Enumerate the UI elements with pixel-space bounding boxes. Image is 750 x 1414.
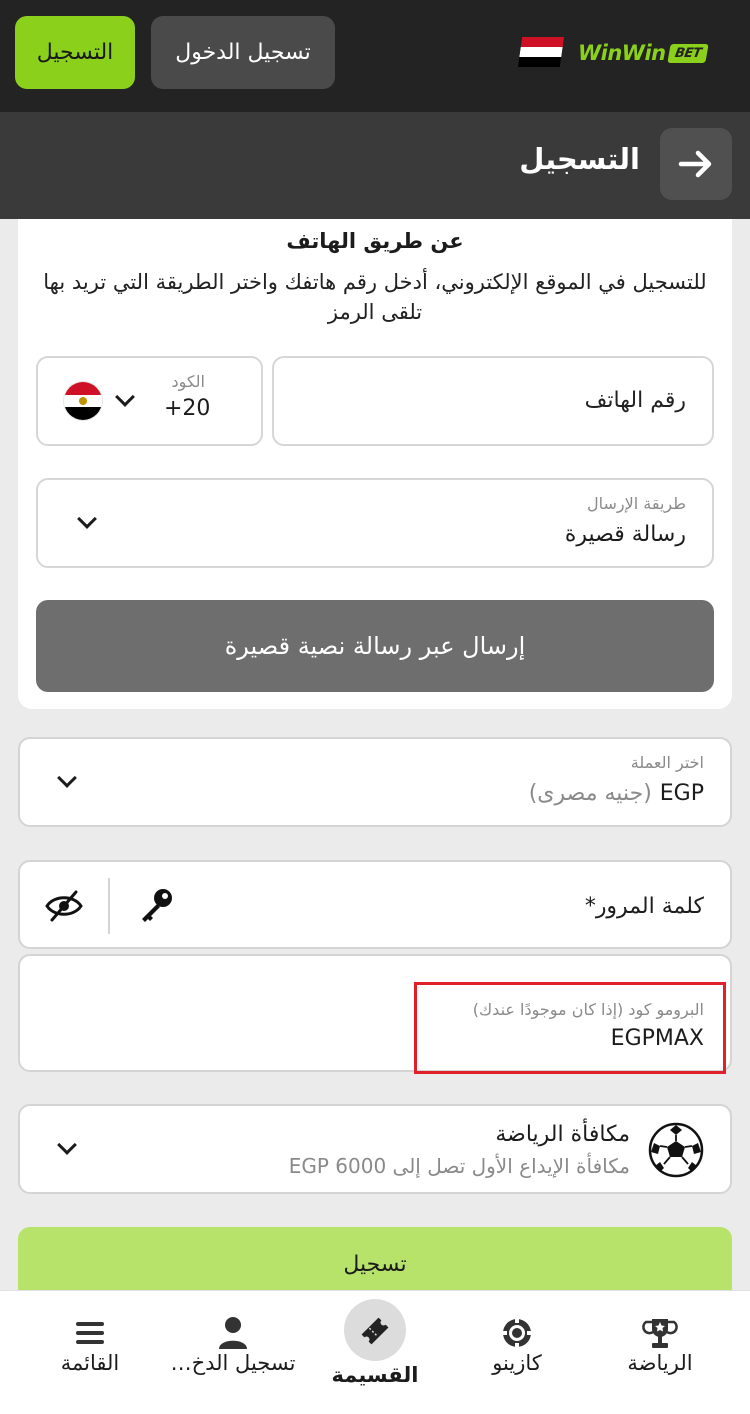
logo-text: WinWin bbox=[578, 41, 666, 65]
nav-casino[interactable]: كازينو bbox=[442, 1291, 592, 1414]
nav-coupon[interactable]: القسيمة bbox=[300, 1291, 450, 1414]
trophy-icon bbox=[642, 1319, 678, 1348]
code-value: +20 bbox=[164, 396, 211, 421]
arrow-right-icon bbox=[678, 150, 712, 178]
chevron-down-icon bbox=[57, 1135, 77, 1155]
user-icon bbox=[219, 1317, 247, 1349]
phone-registration-card: عن طريق الهاتف للتسجيل في الموقع الإلكتر… bbox=[18, 219, 732, 709]
chevron-down-icon bbox=[57, 768, 77, 788]
chevron-down-icon bbox=[115, 387, 135, 407]
nav-menu[interactable]: القائمة bbox=[15, 1291, 165, 1414]
soccer-ball-icon bbox=[648, 1122, 704, 1178]
nav-sports-label: الرياضة bbox=[627, 1351, 693, 1375]
currency-name: (جنيه مصرى) bbox=[528, 781, 652, 806]
nav-sports[interactable]: الرياضة bbox=[585, 1291, 735, 1414]
nav-login[interactable]: تسجيل الدخ… bbox=[158, 1291, 308, 1414]
ticket-icon bbox=[361, 1317, 389, 1345]
card-description: للتسجيل في الموقع الإلكتروني، أدخل رقم ه… bbox=[43, 270, 707, 324]
promo-highlight-box bbox=[414, 982, 726, 1074]
register-top-button[interactable]: التسجيل bbox=[15, 16, 135, 89]
phone-number-field[interactable]: رقم الهاتف bbox=[272, 356, 714, 446]
nav-coupon-label: القسيمة bbox=[331, 1363, 419, 1387]
egypt-flag-icon[interactable] bbox=[517, 37, 565, 67]
title-bar: التسجيل bbox=[0, 112, 750, 219]
currency-label: اختر العملة bbox=[630, 753, 704, 772]
nav-menu-label: القائمة bbox=[60, 1351, 120, 1375]
casino-chip-icon bbox=[502, 1318, 532, 1348]
country-code-select[interactable]: الكود +20 bbox=[36, 356, 263, 446]
login-top-button[interactable]: تسجيل الدخول bbox=[151, 16, 335, 89]
bonus-title: مكافأة الرياضة bbox=[495, 1122, 630, 1147]
brand-logo[interactable]: WinWin BET bbox=[578, 38, 709, 68]
phone-placeholder: رقم الهاتف bbox=[584, 388, 686, 413]
nav-login-label: تسجيل الدخ… bbox=[170, 1351, 296, 1375]
key-icon bbox=[142, 889, 172, 922]
password-field[interactable]: كلمة المرور* bbox=[18, 860, 732, 949]
top-header: التسجيل تسجيل الدخول WinWin BET bbox=[0, 0, 750, 112]
logo-badge: BET bbox=[666, 43, 709, 63]
hamburger-menu-icon bbox=[76, 1322, 104, 1344]
bottom-nav: القائمة تسجيل الدخ… القسيمة كازينو الريا… bbox=[0, 1290, 750, 1414]
send-sms-button[interactable]: إرسال عبر رسالة نصية قصيرة bbox=[36, 600, 714, 692]
page-title: التسجيل bbox=[519, 142, 640, 176]
sports-bonus-select[interactable]: مكافأة الرياضة مكافأة الإيداع الأول تصل … bbox=[18, 1104, 732, 1194]
nav-casino-label: كازينو bbox=[492, 1351, 542, 1375]
divider bbox=[108, 878, 110, 934]
egypt-flag-icon bbox=[64, 382, 102, 420]
currency-select[interactable]: اختر العملة EGP (جنيه مصرى) bbox=[18, 737, 732, 827]
bonus-subtitle: مكافأة الإيداع الأول تصل إلى EGP 6000 bbox=[288, 1154, 630, 1178]
send-method-select[interactable]: طريقة الإرسال رسالة قصيرة bbox=[36, 478, 714, 568]
code-label: الكود bbox=[171, 372, 205, 391]
card-heading: عن طريق الهاتف bbox=[286, 229, 464, 253]
method-label: طريقة الإرسال bbox=[587, 494, 686, 513]
chevron-down-icon bbox=[77, 509, 97, 529]
method-value: رسالة قصيرة bbox=[564, 522, 686, 547]
back-button[interactable] bbox=[660, 128, 732, 200]
eye-off-icon[interactable] bbox=[44, 889, 84, 923]
currency-code: EGP bbox=[659, 781, 704, 806]
password-placeholder: كلمة المرور* bbox=[584, 894, 704, 919]
